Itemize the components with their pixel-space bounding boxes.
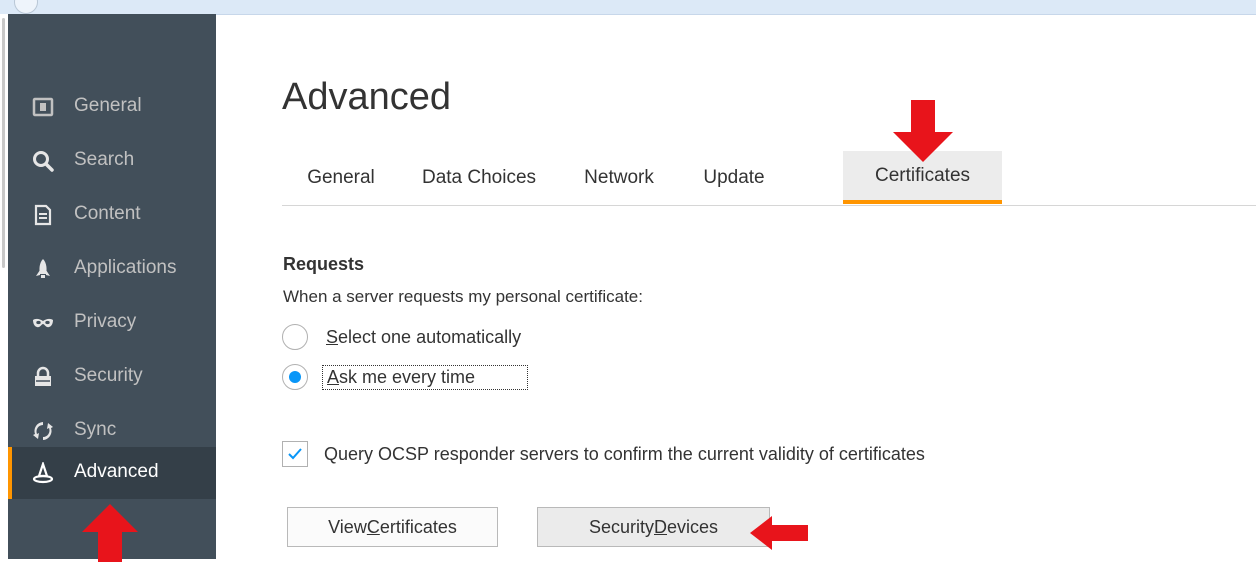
tab-bar: General Data Choices Network Update Cert… xyxy=(282,151,1256,206)
sidebar-item-search[interactable]: Search xyxy=(8,135,216,187)
radio-button-checked[interactable] xyxy=(282,364,308,390)
sidebar-item-applications[interactable]: Applications xyxy=(8,243,216,295)
ocsp-checkbox-label: Query OCSP responder servers to confirm … xyxy=(324,443,925,464)
sidebar: General Search Content Applications Priv… xyxy=(8,14,216,562)
radio-option-ask-every-time[interactable]: Ask me every time xyxy=(282,361,529,393)
radio-button[interactable] xyxy=(282,324,308,350)
section-heading-requests: Requests xyxy=(283,254,365,274)
radio-option-select-automatically[interactable]: Select one automatically xyxy=(282,321,525,353)
search-icon xyxy=(32,150,54,172)
sidebar-item-label: Content xyxy=(74,203,141,224)
sidebar-item-label: Advanced xyxy=(74,461,159,482)
tab-general[interactable]: General xyxy=(282,151,400,204)
radio-label: Select one automatically xyxy=(326,326,522,347)
tab-update[interactable]: Update xyxy=(680,151,788,204)
window-orb xyxy=(14,0,38,14)
radio-label: Ask me every time xyxy=(322,364,529,390)
window-top-strip xyxy=(0,0,1256,15)
advanced-wizard-hat-icon xyxy=(32,462,54,484)
annotation-arrow-left-icon xyxy=(750,516,808,550)
security-devices-button[interactable]: Security Devices xyxy=(537,507,770,547)
sidebar-item-general[interactable]: General xyxy=(8,81,216,133)
content-icon xyxy=(32,204,54,226)
sidebar-item-privacy[interactable]: Privacy xyxy=(8,297,216,349)
ocsp-checkbox-row[interactable]: Query OCSP responder servers to confirm … xyxy=(282,438,925,470)
sidebar-item-label: General xyxy=(74,95,142,116)
sidebar-item-label: Applications xyxy=(74,257,177,278)
annotation-arrow-up-icon xyxy=(82,504,138,562)
window-left-edge xyxy=(0,14,8,559)
sidebar-item-label: Privacy xyxy=(74,311,137,332)
sync-icon xyxy=(32,420,54,442)
sidebar-item-label: Security xyxy=(74,365,143,386)
sidebar-item-content[interactable]: Content xyxy=(8,189,216,241)
general-icon xyxy=(32,96,54,118)
page-title: Advanced xyxy=(282,76,452,118)
applications-icon xyxy=(32,258,54,280)
privacy-mask-icon xyxy=(32,312,54,334)
main-content: Advanced General Data Choices Network Up… xyxy=(216,14,1256,559)
sidebar-item-label: Search xyxy=(74,149,135,170)
checkmark-icon xyxy=(288,448,302,460)
tab-data-choices[interactable]: Data Choices xyxy=(400,151,558,204)
scrollbar-thumb[interactable] xyxy=(2,18,5,268)
sidebar-item-label: Sync xyxy=(74,419,117,440)
view-certificates-button[interactable]: View Certificates xyxy=(287,507,498,547)
ocsp-checkbox[interactable] xyxy=(282,441,308,467)
security-lock-icon xyxy=(32,366,54,388)
sidebar-item-advanced[interactable]: Advanced xyxy=(8,447,216,499)
tab-network[interactable]: Network xyxy=(558,151,680,204)
annotation-arrow-down-icon xyxy=(893,100,953,162)
requests-description: When a server requests my personal certi… xyxy=(283,287,643,306)
sidebar-item-security[interactable]: Security xyxy=(8,351,216,403)
